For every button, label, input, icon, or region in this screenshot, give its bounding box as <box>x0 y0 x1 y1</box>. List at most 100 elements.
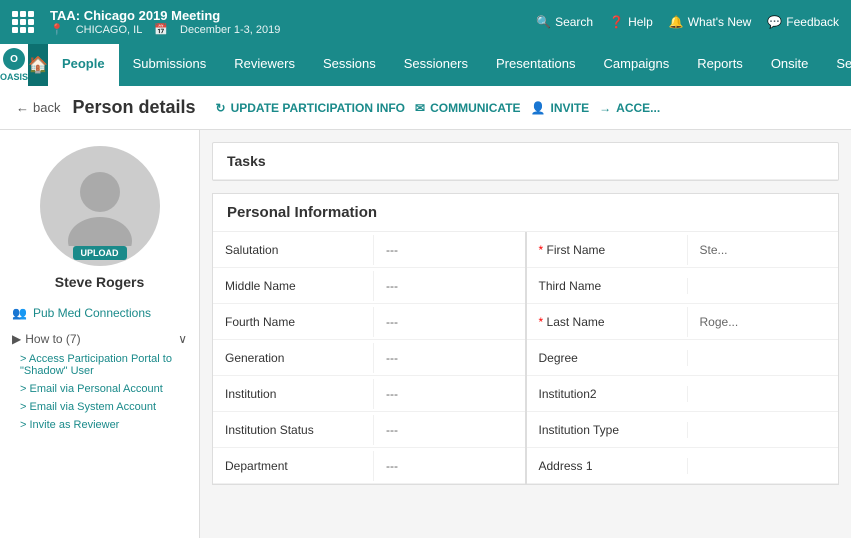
last-name-value: Roge... <box>687 307 839 337</box>
access-label: ACCE... <box>616 101 660 115</box>
nav-item-campaigns[interactable]: Campaigns <box>590 44 684 86</box>
back-button[interactable]: ← back <box>16 100 60 115</box>
fourth-name-label: Fourth Name <box>213 307 373 337</box>
calendar-icon: 📅 <box>154 23 168 36</box>
feedback-link[interactable]: 💬 Feedback <box>767 15 839 29</box>
content-area: UPLOAD Steve Rogers 👥 Pub Med Connection… <box>0 130 851 538</box>
first-name-label: First Name <box>527 235 687 265</box>
page-header: ← back Person details ↻ UPDATE PARTICIPA… <box>0 86 851 130</box>
chevron-down-icon: ∨ <box>178 332 187 346</box>
conference-sub: 📍 CHICAGO, IL 📅 December 1-3, 2019 <box>50 23 280 36</box>
institution2-label: Institution2 <box>527 379 687 409</box>
middle-name-value: --- <box>373 271 525 301</box>
nav-item-reports[interactable]: Reports <box>683 44 757 86</box>
nav-item-reviewers[interactable]: Reviewers <box>220 44 309 86</box>
sidebar: UPLOAD Steve Rogers 👥 Pub Med Connection… <box>0 130 200 538</box>
address1-row: Address 1 <box>527 448 839 484</box>
degree-value <box>687 350 839 366</box>
search-icon: 🔍 <box>536 15 551 29</box>
refresh-icon: ↻ <box>216 101 226 115</box>
access-button[interactable]: → ACCE... <box>599 101 660 115</box>
invite-button[interactable]: 👤 INVITE <box>531 101 590 115</box>
personal-info-section: Personal Information Salutation --- Midd… <box>212 193 839 485</box>
nav-item-sessions[interactable]: Sessions <box>309 44 390 86</box>
invite-label: INVITE <box>550 101 589 115</box>
institution2-value <box>687 386 839 402</box>
nav-item-onsite[interactable]: Onsite <box>757 44 823 86</box>
institution-row: Institution --- <box>213 376 525 412</box>
department-value: --- <box>373 451 525 481</box>
grid-icon[interactable] <box>12 11 34 33</box>
communicate-button[interactable]: ✉ COMMUNICATE <box>415 101 521 115</box>
third-name-row: Third Name <box>527 268 839 304</box>
salutation-label: Salutation <box>213 235 373 265</box>
invite-icon: 👤 <box>531 101 546 115</box>
middle-name-row: Middle Name --- <box>213 268 525 304</box>
institution-type-value <box>687 422 839 438</box>
institution2-row: Institution2 <box>527 376 839 412</box>
conference-location: CHICAGO, IL <box>76 24 143 36</box>
nav-item-presentations[interactable]: Presentations <box>482 44 590 86</box>
help-label: Help <box>628 15 653 29</box>
avatar-container: UPLOAD <box>40 146 160 266</box>
page-actions: ↻ UPDATE PARTICIPATION INFO ✉ COMMUNICAT… <box>216 101 661 115</box>
help-link[interactable]: ❓ Help <box>609 15 653 29</box>
whats-new-link[interactable]: 🔔 What's New <box>669 15 752 29</box>
nav-item-people[interactable]: People <box>48 44 119 86</box>
department-label: Department <box>213 451 373 481</box>
location-icon: 📍 <box>50 23 64 36</box>
search-label: Search <box>555 15 593 29</box>
conference-dates: December 1-3, 2019 <box>180 24 280 36</box>
oasis-icon: O <box>3 48 25 70</box>
how-to-item-invite-reviewer[interactable]: > Invite as Reviewer <box>20 416 187 434</box>
update-participation-button[interactable]: ↻ UPDATE PARTICIPATION INFO <box>216 101 406 115</box>
how-to-header[interactable]: ▶ How to (7) ∨ <box>12 328 187 350</box>
pub-med-connections-link[interactable]: 👥 Pub Med Connections <box>0 302 199 324</box>
address1-value <box>687 458 839 474</box>
address1-label: Address 1 <box>527 451 687 481</box>
how-to-item-email-personal[interactable]: > Email via Personal Account <box>20 380 187 398</box>
institution-status-value: --- <box>373 415 525 445</box>
main-content: Tasks Personal Information Salutation --… <box>200 130 851 538</box>
how-to-label: How to (7) <box>25 332 80 346</box>
institution-type-row: Institution Type <box>527 412 839 448</box>
search-link[interactable]: 🔍 Search <box>536 15 593 29</box>
email-icon: ✉ <box>415 101 425 115</box>
salutation-row: Salutation --- <box>213 232 525 268</box>
pub-med-label: Pub Med Connections <box>33 306 151 320</box>
fourth-name-row: Fourth Name --- <box>213 304 525 340</box>
person-name: Steve Rogers <box>55 274 144 290</box>
nav-item-settings[interactable]: Settings <box>822 44 851 86</box>
help-icon: ❓ <box>609 15 624 29</box>
communicate-label: COMMUNICATE <box>430 101 520 115</box>
page-title: Person details <box>72 97 195 118</box>
top-bar-right: 🔍 Search ❓ Help 🔔 What's New 💬 Feedback <box>536 15 839 29</box>
update-label: UPDATE PARTICIPATION INFO <box>231 101 405 115</box>
last-name-row: Last Name Roge... <box>527 304 839 340</box>
department-row: Department --- <box>213 448 525 484</box>
access-icon: → <box>599 101 611 115</box>
person-silhouette <box>65 166 135 246</box>
institution-type-label: Institution Type <box>527 415 687 445</box>
nav-bar: O OASIS 🏠 People Submissions Reviewers S… <box>0 44 851 86</box>
feedback-icon: 💬 <box>767 15 782 29</box>
tasks-section: Tasks <box>212 142 839 181</box>
institution-label: Institution <box>213 379 373 409</box>
back-arrow-icon: ← <box>16 100 29 115</box>
info-col-right: First Name Ste... Third Name Last Name R… <box>527 232 839 484</box>
info-col-left: Salutation --- Middle Name --- Fourth Na… <box>213 232 527 484</box>
nav-item-sessioners[interactable]: Sessioners <box>390 44 482 86</box>
whats-new-label: What's New <box>688 15 752 29</box>
top-bar: TAA: Chicago 2019 Meeting 📍 CHICAGO, IL … <box>0 0 851 44</box>
nav-item-submissions[interactable]: Submissions <box>119 44 221 86</box>
feedback-label: Feedback <box>786 15 839 29</box>
how-to-item-email-system[interactable]: > Email via System Account <box>20 398 187 416</box>
middle-name-label: Middle Name <box>213 271 373 301</box>
upload-button[interactable]: UPLOAD <box>73 246 127 260</box>
how-to-item-shadow[interactable]: > Access Participation Portal to "Shadow… <box>20 350 187 380</box>
home-button[interactable]: 🏠 <box>28 44 48 86</box>
third-name-value <box>687 278 839 294</box>
how-to-section: ▶ How to (7) ∨ > Access Participation Po… <box>0 324 199 438</box>
people-icon: 👥 <box>12 306 27 320</box>
degree-row: Degree <box>527 340 839 376</box>
